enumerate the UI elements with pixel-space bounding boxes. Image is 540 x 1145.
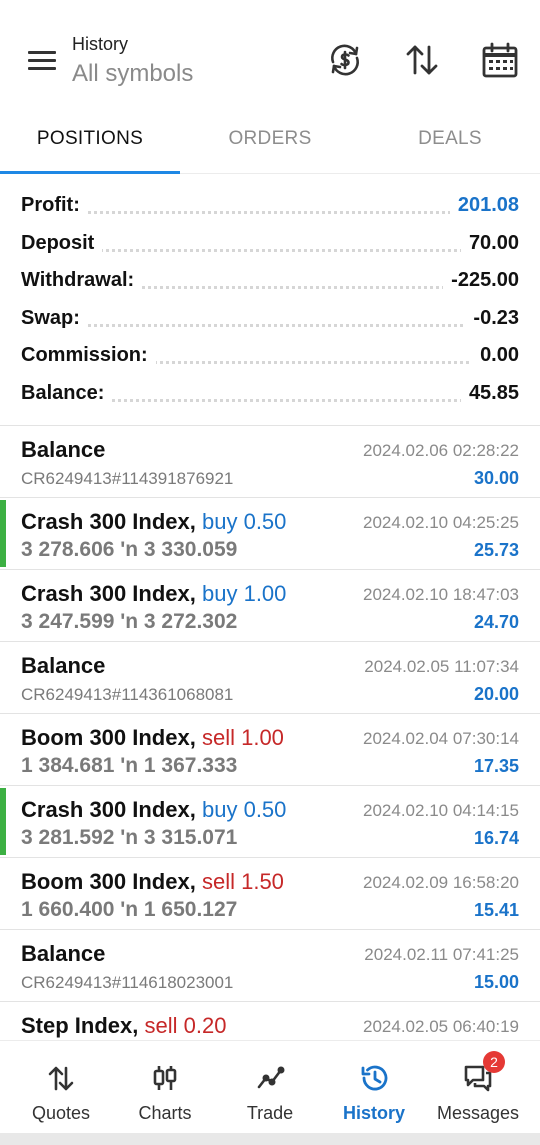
item-ticket-id: CR6249413#114391876921 [21,469,234,488]
item-volume: buy 0.50 [202,797,287,822]
account-summary: Profit: 201.08 Deposit 70.00 Withdrawal:… [0,186,540,411]
item-prices: 3 281.592 'n 3 315.071 [21,826,238,849]
list-item-balance[interactable]: Balance CR6249413#114391876921 2024.02.0… [0,425,540,497]
summary-value: 70.00 [460,231,519,255]
summary-value: -0.23 [465,306,519,330]
history-tabs: POSITIONS ORDERS DEALS [0,110,540,174]
currency-exchange-icon[interactable] [325,40,365,80]
sort-icon[interactable] [402,40,442,80]
item-volume: sell 1.50 [201,869,284,894]
item-title: Balance [21,941,106,966]
list-item-trade[interactable]: Boom 300 Index, sell 1.00 1 384.681 'n 1… [0,713,540,785]
item-symbol: Boom 300 Index, [21,869,196,894]
bottom-navigation: Quotes Charts Trade History 2 Messages [0,1040,540,1133]
page-title: History [72,34,129,54]
summary-row-withdrawal: Withdrawal: -225.00 [0,261,540,299]
trade-icon [257,1066,285,1089]
item-volume: buy 1.00 [202,581,287,606]
item-time: 2024.02.04 07:30:14 [363,729,519,748]
tab-deals[interactable]: DEALS [360,110,540,174]
item-time: 2024.02.06 02:28:22 [363,441,519,460]
list-item-trade[interactable]: Boom 300 Index, sell 1.50 1 660.400 'n 1… [0,857,540,929]
nav-label: Charts [138,1103,192,1123]
item-profit: 20.00 [473,684,519,704]
summary-label: Balance: [21,381,113,405]
item-time: 2024.02.10 04:25:25 [363,513,519,532]
nav-messages[interactable]: 2 Messages [424,1041,532,1134]
charts-icon [153,1066,177,1090]
summary-value: -225.00 [443,269,519,292]
summary-row-balance: Balance: 45.85 [0,374,540,412]
summary-row-profit: Profit: 201.08 [0,186,540,224]
item-title: Balance [21,653,106,678]
nav-quotes[interactable]: Quotes [7,1041,115,1134]
item-symbol: Step Index, [21,1013,139,1038]
item-prices: 1 384.681 'n 1 367.333 [21,754,238,777]
summary-label: Deposit [21,231,103,255]
summary-value: 0.00 [472,344,519,367]
nav-charts[interactable]: Charts [111,1041,219,1134]
summary-label: Commission: [21,344,156,367]
item-prices: 3 247.599 'n 3 272.302 [21,610,238,633]
item-profit: 15.41 [473,900,519,920]
list-item-trade[interactable]: Crash 300 Index, buy 1.00 3 247.599 'n 3… [0,569,540,641]
symbol-filter[interactable]: All symbols [72,60,193,88]
tab-positions[interactable]: POSITIONS [0,110,180,174]
list-item-balance[interactable]: Balance CR6249413#114361068081 2024.02.0… [0,641,540,713]
nav-history[interactable]: History [320,1041,428,1134]
summary-label: Withdrawal: [21,269,143,292]
messages-badge: 2 [483,1051,505,1073]
item-profit: 25.73 [473,540,519,560]
item-volume: sell 0.20 [144,1013,227,1038]
summary-row-swap: Swap: -0.23 [0,299,540,337]
summary-label: Swap: [21,306,88,330]
history-list: Balance CR6249413#114391876921 2024.02.0… [0,425,540,1073]
item-ticket-id: CR6249413#114618023001 [21,973,234,992]
summary-value: 201.08 [449,194,519,217]
summary-row-commission: Commission: 0.00 [0,336,540,374]
item-profit: 16.74 [473,828,519,848]
item-time: 2024.02.10 18:47:03 [363,585,519,604]
list-item-trade[interactable]: Crash 300 Index, buy 0.50 3 278.606 'n 3… [0,497,540,569]
list-item-trade[interactable]: Crash 300 Index, buy 0.50 3 281.592 'n 3… [0,785,540,857]
item-prices: 1 660.400 'n 1 650.127 [21,898,238,921]
item-symbol: Crash 300 Index, [21,509,196,534]
item-ticket-id: CR6249413#114361068081 [21,685,234,704]
item-time: 2024.02.05 06:40:19 [363,1017,519,1036]
list-item-balance[interactable]: Balance CR6249413#114618023001 2024.02.1… [0,929,540,1001]
nav-label: Messages [436,1103,520,1123]
item-time: 2024.02.09 16:58:20 [363,873,519,892]
nav-label: History [342,1103,405,1123]
item-time: 2024.02.11 07:41:25 [364,945,519,964]
item-profit: 30.00 [473,468,519,488]
nav-label: Trade [246,1103,294,1123]
position-marker [0,500,6,567]
item-volume: sell 1.00 [201,725,284,750]
history-icon [361,1065,388,1091]
summary-label: Profit: [21,194,88,217]
hamburger-menu-icon[interactable] [26,48,58,74]
item-profit: 15.00 [473,972,519,992]
item-symbol: Crash 300 Index, [21,581,196,606]
tab-orders[interactable]: ORDERS [180,110,360,174]
item-symbol: Crash 300 Index, [21,797,196,822]
item-time: 2024.02.05 11:07:34 [364,657,519,676]
nav-trade[interactable]: Trade [216,1041,324,1134]
summary-row-deposit: Deposit 70.00 [0,224,540,262]
item-profit: 24.70 [473,612,519,632]
system-nav-strip [0,1133,540,1145]
nav-label: Quotes [31,1103,91,1123]
item-title: Balance [21,437,106,462]
app-header: History All symbols [0,0,540,110]
quotes-icon [48,1066,74,1091]
position-marker [0,788,6,855]
item-volume: buy 0.50 [202,509,287,534]
item-profit: 17.35 [473,756,519,776]
calendar-icon[interactable] [480,40,520,80]
summary-value: 45.85 [460,381,519,405]
item-time: 2024.02.10 04:14:15 [363,801,519,820]
item-symbol: Boom 300 Index, [21,725,196,750]
item-prices: 3 278.606 'n 3 330.059 [21,538,238,561]
